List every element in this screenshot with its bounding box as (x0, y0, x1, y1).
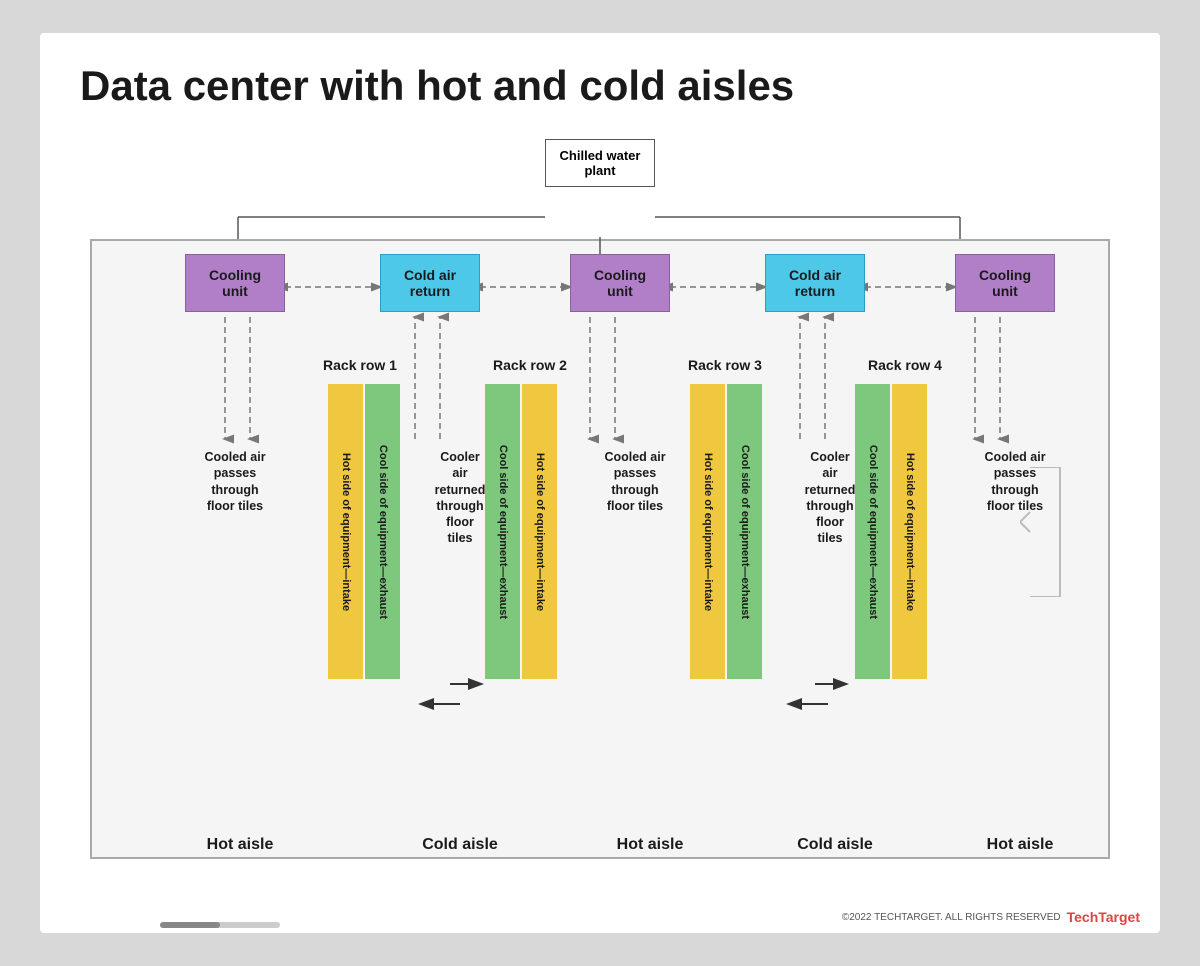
rack-3-cool-label: Cool side of equipment—exhaust (739, 392, 751, 672)
flow-text-cooler-2: Coolerairreturnedthroughfloortiles (780, 449, 880, 547)
cooling-unit-1: Cooling unit (185, 254, 285, 312)
chilled-water-plant-label: Chilled water plant (560, 148, 641, 178)
scrollbar-thumb[interactable] (160, 922, 220, 928)
rack-2-hot-label: Hot side of equipment—intake (534, 392, 546, 672)
flow-text-cooler-1: Coolerairreturnedthroughfloortiles (410, 449, 510, 547)
flow-text-cooled-2: Cooled airpassesthroughfloor tiles (590, 449, 680, 514)
rack-3-cool-bar: Cool side of equipment—exhaust (727, 384, 762, 679)
hot-aisle-label-1: Hot aisle (180, 836, 300, 854)
copyright-text: ©2022 TECHTARGET. ALL RIGHTS RESERVED (842, 912, 1061, 923)
rack-4-hot-label: Hot side of equipment—intake (904, 392, 916, 672)
rack-4-hot-bar: Hot side of equipment—intake (892, 384, 927, 679)
rack-1-cool-bar: Cool side of equipment—exhaust (365, 384, 400, 679)
page-title: Data center with hot and cold aisles (80, 63, 1120, 109)
rack-3-hot-bar: Hot side of equipment—intake (690, 384, 725, 679)
datacenter-box (90, 239, 1110, 859)
diagram-area: Chilled water plant Cooling unit Cooling… (80, 139, 1120, 919)
rack-1-cool-label: Cool side of equipment—exhaust (377, 392, 389, 672)
cold-air-return-2: Cold airreturn (765, 254, 865, 312)
rack-3-hot-label: Hot side of equipment—intake (702, 392, 714, 672)
cold-aisle-label-2: Cold aisle (775, 836, 895, 854)
rack-row-label-2: Rack row 2 (485, 357, 575, 373)
right-bracket (1020, 467, 1065, 597)
cooling-unit-2: Cooling unit (570, 254, 670, 312)
page-container: Data center with hot and cold aisles (40, 33, 1160, 933)
chilled-water-plant-box: Chilled water plant (545, 139, 655, 187)
cold-air-return-1: Cold airreturn (380, 254, 480, 312)
rack-1-hot-label: Hot side of equipment—intake (340, 392, 352, 672)
brand-logo: TechTarget (1067, 909, 1140, 925)
cold-aisle-label-1: Cold aisle (400, 836, 520, 854)
rack-2-hot-bar: Hot side of equipment—intake (522, 384, 557, 679)
footer: ©2022 TECHTARGET. ALL RIGHTS RESERVED Te… (842, 909, 1140, 925)
scrollbar-indicator (160, 922, 280, 928)
hot-aisle-label-2: Hot aisle (590, 836, 710, 854)
rack-row-label-4: Rack row 4 (860, 357, 950, 373)
flow-text-cooled-1: Cooled airpassesthroughfloor tiles (190, 449, 280, 514)
rack-row-label-1: Rack row 1 (315, 357, 405, 373)
rack-row-label-3: Rack row 3 (680, 357, 770, 373)
cooling-unit-3: Cooling unit (955, 254, 1055, 312)
rack-1-hot-bar: Hot side of equipment—intake (328, 384, 363, 679)
hot-aisle-label-3: Hot aisle (960, 836, 1080, 854)
